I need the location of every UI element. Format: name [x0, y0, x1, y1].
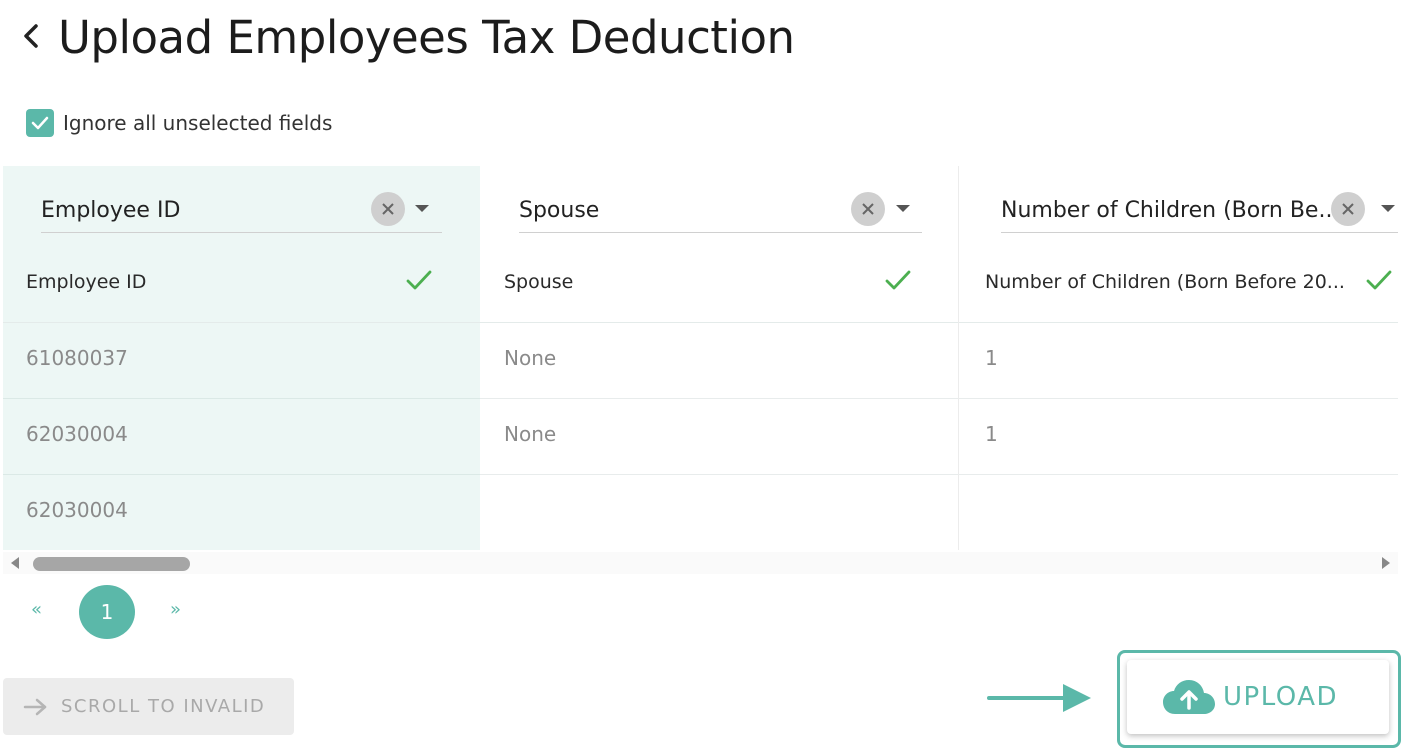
field-select-value: Spouse [519, 198, 600, 223]
close-icon [382, 203, 394, 215]
upload-label: UPLOAD [1223, 682, 1339, 712]
dropdown-arrow-icon[interactable] [415, 205, 429, 212]
dropdown-arrow-icon[interactable] [896, 205, 910, 212]
field-select-number-of-children[interactable]: Number of Children (Born Be... [1001, 192, 1398, 233]
scrollbar-thumb[interactable] [33, 557, 190, 571]
column-header: Employee ID [3, 246, 480, 323]
checkmark-icon [31, 116, 49, 130]
field-select-value: Employee ID [41, 198, 181, 223]
table-cell: 62030004 [26, 498, 128, 522]
page-title: Upload Employees Tax Deduction [58, 11, 795, 64]
clear-field-button[interactable] [371, 192, 405, 226]
valid-check-icon [1366, 270, 1392, 290]
field-select-employee-id[interactable]: Employee ID [41, 192, 442, 233]
table-cell: 1 [959, 399, 1398, 475]
clear-field-button[interactable] [851, 192, 885, 226]
dropdown-arrow-icon[interactable] [1381, 205, 1395, 212]
scroll-to-invalid-button[interactable]: SCROLL TO INVALID [3, 678, 294, 735]
pagination-current-page[interactable]: 1 [79, 585, 135, 639]
back-button[interactable] [16, 12, 46, 56]
column-employee-id: Employee ID Employee ID 61080037 6203000… [3, 166, 480, 550]
table-cell [480, 475, 958, 550]
upload-button[interactable]: UPLOAD [1127, 660, 1389, 734]
close-icon [1342, 203, 1354, 215]
cloud-upload-icon [1163, 680, 1215, 714]
horizontal-scrollbar[interactable] [3, 552, 1398, 574]
table-cell: 61080037 [3, 323, 480, 399]
valid-check-icon [406, 270, 432, 290]
clear-field-button[interactable] [1331, 192, 1365, 226]
table-cell [959, 475, 1398, 550]
pagination-next[interactable]: » [170, 599, 181, 620]
column-number-of-children: Number of Children (Born Be... Number of… [958, 166, 1398, 550]
close-icon [862, 203, 874, 215]
field-select-value: Number of Children (Born Be... [1001, 198, 1331, 223]
column-spouse: Spouse Spouse None None [480, 166, 958, 550]
table-cell: None [480, 323, 958, 399]
chevron-left-icon [24, 24, 38, 48]
ignore-unselected-option[interactable]: Ignore all unselected fields [26, 108, 332, 138]
pagination-prev[interactable]: « [31, 599, 42, 620]
table-cell: 1 [959, 323, 1398, 399]
field-mapping-table: Employee ID Employee ID 61080037 6203000… [3, 166, 1398, 550]
table-cell: None [480, 399, 958, 475]
scroll-to-invalid-label: SCROLL TO INVALID [61, 696, 266, 717]
column-header-label: Employee ID [26, 271, 147, 293]
arrow-right-icon [23, 698, 47, 715]
scroll-right-arrow-icon[interactable] [1382, 557, 1390, 569]
ignore-unselected-checkbox[interactable] [26, 109, 54, 137]
column-header: Spouse [480, 246, 958, 323]
field-select-spouse[interactable]: Spouse [519, 192, 922, 233]
pointer-arrow-icon [987, 684, 1091, 712]
column-header: Number of Children (Born Before 20... [959, 246, 1398, 323]
column-header-label: Number of Children (Born Before 20... [985, 271, 1345, 293]
scroll-left-arrow-icon[interactable] [11, 557, 19, 569]
column-header-label: Spouse [504, 271, 574, 293]
ignore-unselected-label: Ignore all unselected fields [63, 111, 333, 135]
table-cell: 62030004 [3, 399, 480, 475]
valid-check-icon [885, 270, 911, 290]
